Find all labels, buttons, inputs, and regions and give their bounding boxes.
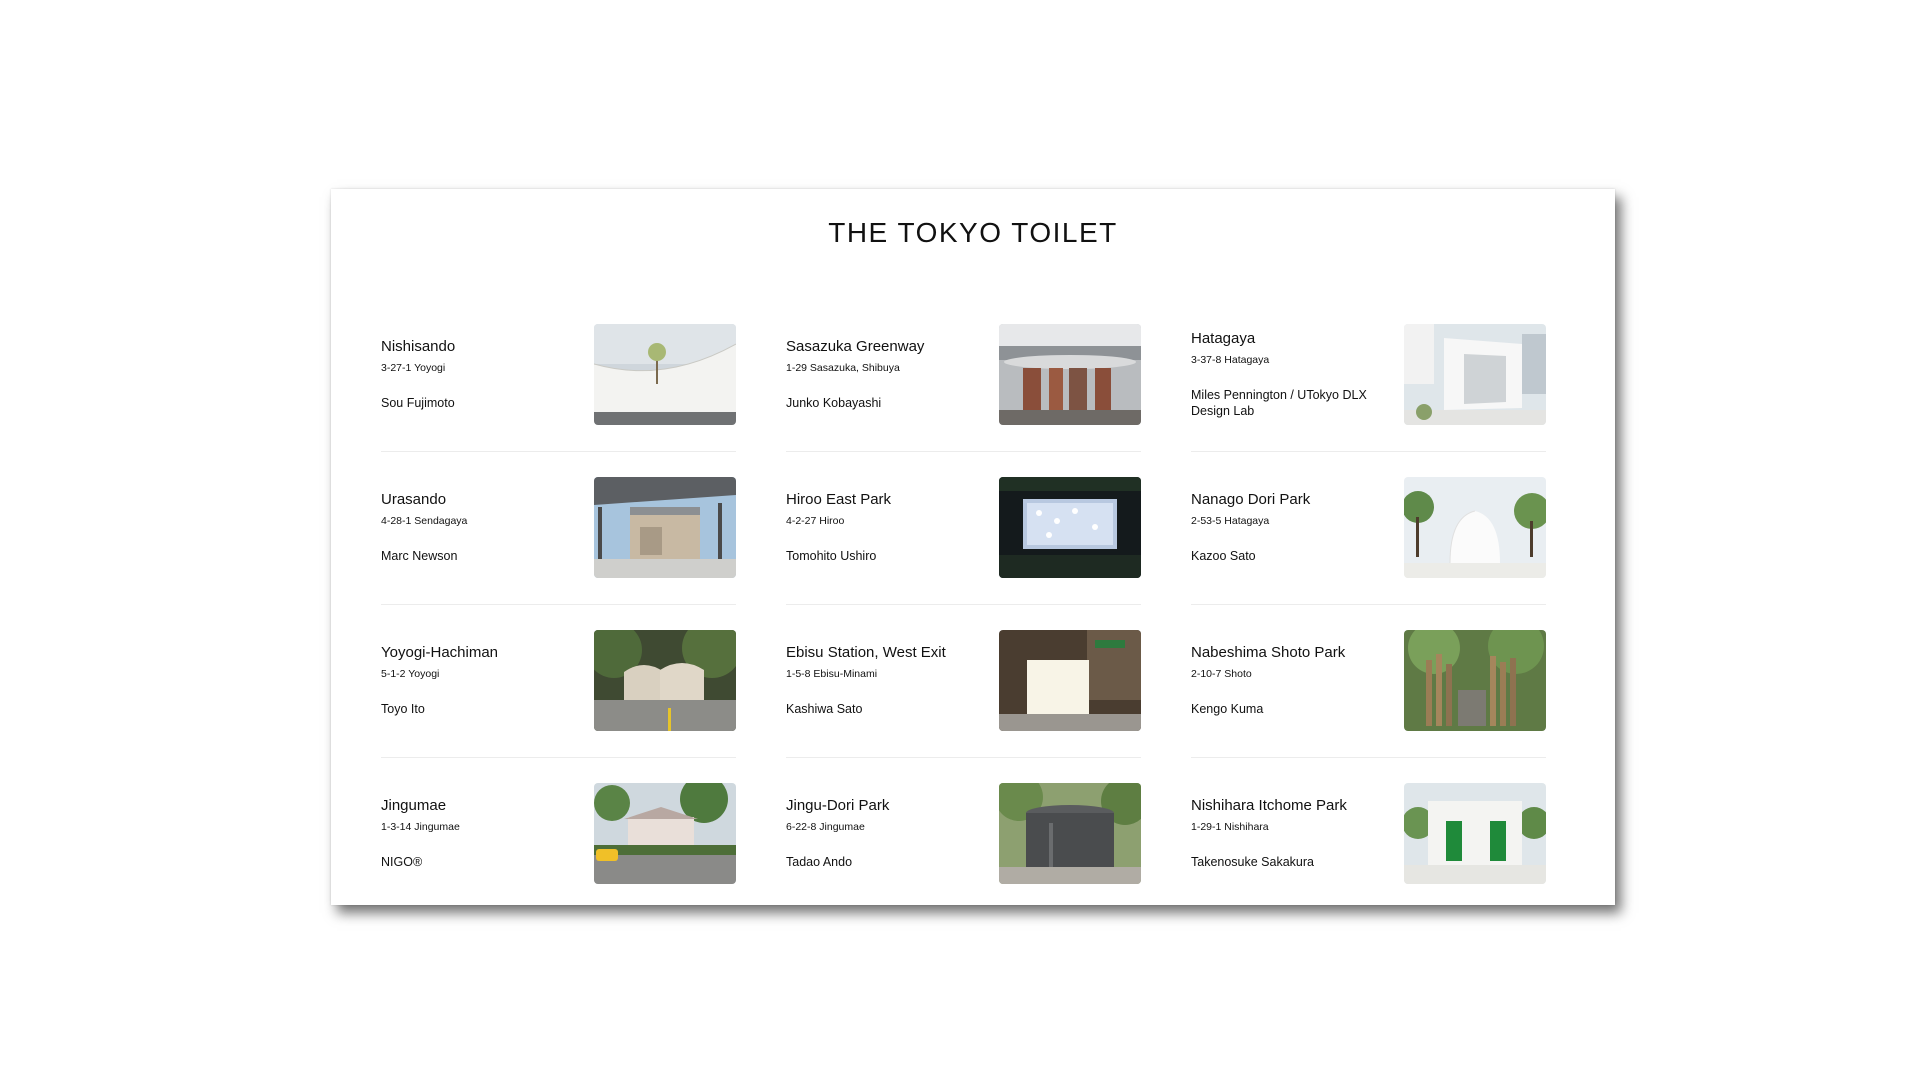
toilet-photo[interactable] xyxy=(1404,477,1546,578)
toilet-info: Nishihara Itchome Park 1-29-1 Nishihara … xyxy=(1191,783,1401,884)
toilet-card-jingu-dori-park[interactable]: Jingu-Dori Park 6-22-8 Jingumae Tadao An… xyxy=(786,783,1141,936)
toilet-address: 1-3-14 Jingumae xyxy=(381,821,460,833)
toilet-name[interactable]: Nishisando xyxy=(381,338,591,356)
toilet-name[interactable]: Urasando xyxy=(381,491,591,509)
toilet-info: Yoyogi-Hachiman 5-1-2 Yoyogi Toyo Ito xyxy=(381,630,591,731)
toilet-architect: Junko Kobayashi xyxy=(786,396,882,410)
toilet-name[interactable]: Sasazuka Greenway xyxy=(786,338,996,356)
toilet-name[interactable]: Hatagaya xyxy=(1191,330,1401,348)
toilet-address: 3-27-1 Yoyogi xyxy=(381,362,446,374)
toilet-info: Nishisando 3-27-1 Yoyogi Sou Fujimoto xyxy=(381,324,591,425)
toilet-info: Ebisu Station, West Exit 1-5-8 Ebisu-Min… xyxy=(786,630,996,731)
toilet-architect: Marc Newson xyxy=(381,549,458,563)
toilet-name[interactable]: Nanago Dori Park xyxy=(1191,491,1401,509)
toilet-info: Jingumae 1-3-14 Jingumae NIGO® xyxy=(381,783,591,884)
toilet-photo[interactable] xyxy=(594,783,736,884)
toilet-address: 4-2-27 Hiroo xyxy=(786,515,845,527)
toilet-info: Hiroo East Park 4-2-27 Hiroo Tomohito Us… xyxy=(786,477,996,578)
toilet-address: 6-22-8 Jingumae xyxy=(786,821,865,833)
toilet-photo[interactable] xyxy=(594,324,736,425)
toilet-architect: Kashiwa Sato xyxy=(786,702,863,716)
toilet-grid: Nishisando 3-27-1 Yoyogi Sou Fujimoto Sa… xyxy=(381,324,1557,936)
toilet-info: Hatagaya 3-37-8 Hatagaya Miles Penningto… xyxy=(1191,324,1401,425)
toilet-info: Urasando 4-28-1 Sendagaya Marc Newson xyxy=(381,477,591,578)
toilet-architect: NIGO® xyxy=(381,855,423,869)
toilet-architect: Kengo Kuma xyxy=(1191,702,1264,716)
toilet-name[interactable]: Nishihara Itchome Park xyxy=(1191,797,1401,815)
toilet-info: Nanago Dori Park 2-53-5 Hatagaya Kazoo S… xyxy=(1191,477,1401,578)
toilet-card-jingumae[interactable]: Jingumae 1-3-14 Jingumae NIGO® xyxy=(381,783,736,936)
toilet-address: 1-29-1 Nishihara xyxy=(1191,821,1269,833)
toilet-architect: Tomohito Ushiro xyxy=(786,549,877,563)
page-title: THE TOKYO TOILET xyxy=(828,217,1118,248)
toilet-address: 5-1-2 Yoyogi xyxy=(381,668,440,680)
toilet-card-sasazuka-greenway[interactable]: Sasazuka Greenway 1-29 Sasazuka, Shibuya… xyxy=(786,324,1141,477)
toilet-name[interactable]: Jingu-Dori Park xyxy=(786,797,996,815)
toilet-photo[interactable] xyxy=(1404,630,1546,731)
toilet-card-hatagaya[interactable]: Hatagaya 3-37-8 Hatagaya Miles Penningto… xyxy=(1191,324,1546,477)
toilet-address: 2-53-5 Hatagaya xyxy=(1191,515,1270,527)
toilet-address: 3-37-8 Hatagaya xyxy=(1191,354,1270,366)
toilet-address: 1-29 Sasazuka, Shibuya xyxy=(786,362,900,374)
toilet-architect: Miles Pennington / UTokyo DLX Design Lab xyxy=(1191,388,1367,418)
toilet-architect: Sou Fujimoto xyxy=(381,396,455,410)
toilet-name[interactable]: Hiroo East Park xyxy=(786,491,996,509)
toilet-photo[interactable] xyxy=(999,477,1141,578)
toilet-info: Sasazuka Greenway 1-29 Sasazuka, Shibuya… xyxy=(786,324,996,425)
toilet-card-hiroo-east-park[interactable]: Hiroo East Park 4-2-27 Hiroo Tomohito Us… xyxy=(786,477,1141,630)
toilet-card-nishisando[interactable]: Nishisando 3-27-1 Yoyogi Sou Fujimoto xyxy=(381,324,736,477)
toilet-card-ebisu-station-west-exit[interactable]: Ebisu Station, West Exit 1-5-8 Ebisu-Min… xyxy=(786,630,1141,783)
toilet-name[interactable]: Nabeshima Shoto Park xyxy=(1191,644,1401,662)
toilet-name[interactable]: Ebisu Station, West Exit xyxy=(786,644,996,662)
toilet-card-yoyogi-hachiman[interactable]: Yoyogi-Hachiman 5-1-2 Yoyogi Toyo Ito xyxy=(381,630,736,783)
toilet-card-urasando[interactable]: Urasando 4-28-1 Sendagaya Marc Newson xyxy=(381,477,736,630)
toilet-photo[interactable] xyxy=(594,477,736,578)
toilet-architect: Takenosuke Sakakura xyxy=(1191,855,1314,869)
toilet-name[interactable]: Jingumae xyxy=(381,797,591,815)
toilet-photo[interactable] xyxy=(999,324,1141,425)
toilet-info: Nabeshima Shoto Park 2-10-7 Shoto Kengo … xyxy=(1191,630,1401,731)
toilet-architect: Kazoo Sato xyxy=(1191,549,1256,563)
toilet-address: 1-5-8 Ebisu-Minami xyxy=(786,668,878,680)
toilet-name[interactable]: Yoyogi-Hachiman xyxy=(381,644,591,662)
toilet-photo[interactable] xyxy=(999,630,1141,731)
toilet-address: 4-28-1 Sendagaya xyxy=(381,515,468,527)
toilet-photo[interactable] xyxy=(999,783,1141,884)
toilet-photo[interactable] xyxy=(594,630,736,731)
toilet-card-nabeshima-shoto-park[interactable]: Nabeshima Shoto Park 2-10-7 Shoto Kengo … xyxy=(1191,630,1546,783)
toilet-card-nanago-dori-park[interactable]: Nanago Dori Park 2-53-5 Hatagaya Kazoo S… xyxy=(1191,477,1546,630)
toilet-architect: Toyo Ito xyxy=(381,702,425,716)
toilet-address: 2-10-7 Shoto xyxy=(1191,668,1252,680)
toilet-architect: Tadao Ando xyxy=(786,855,853,869)
toilet-card-nishihara-itchome-park[interactable]: Nishihara Itchome Park 1-29-1 Nishihara … xyxy=(1191,783,1546,936)
toilet-photo[interactable] xyxy=(1404,783,1546,884)
toilet-photo[interactable] xyxy=(1404,324,1546,425)
toilet-list-panel: THE TOKYO TOILET Nishisando 3-27-1 Yoyog… xyxy=(331,189,1615,905)
toilet-info: Jingu-Dori Park 6-22-8 Jingumae Tadao An… xyxy=(786,783,996,884)
